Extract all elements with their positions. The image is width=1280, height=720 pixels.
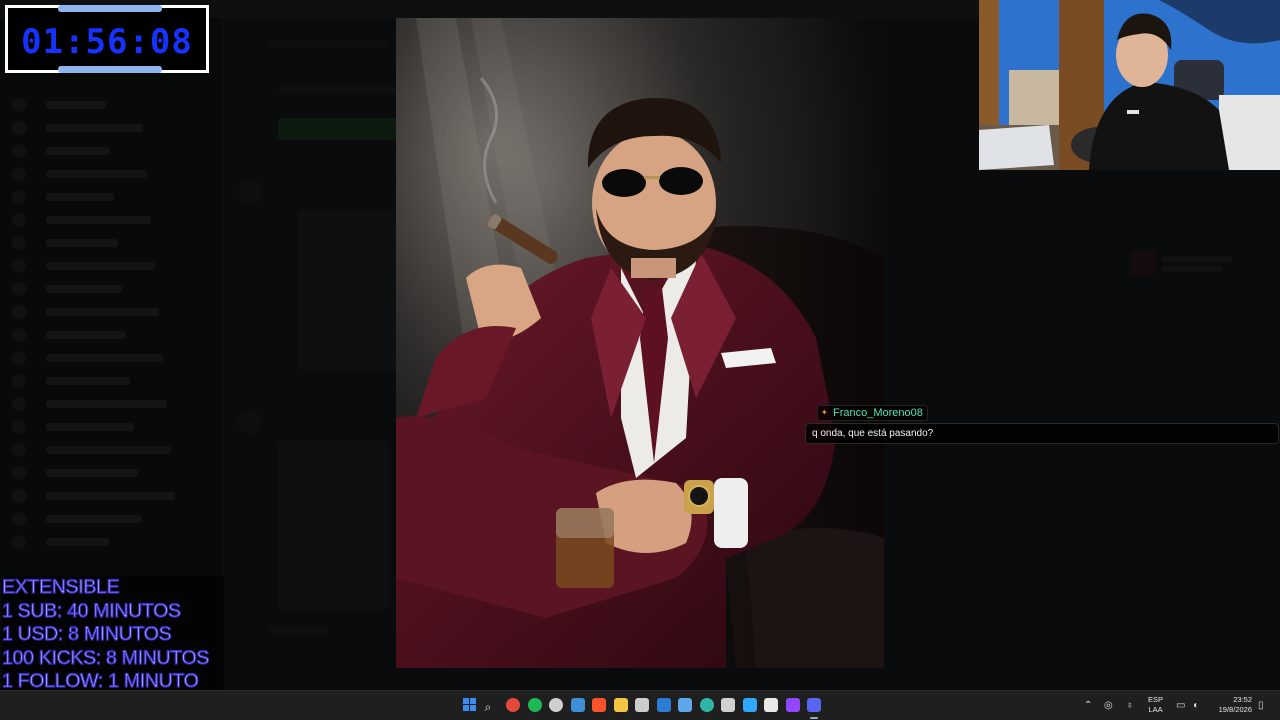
extensible-rule-kicks: 100 KICKS: 8 MINUTOS: [1, 646, 210, 669]
word-icon[interactable]: [656, 698, 671, 712]
bg-sidebar-row: [46, 492, 175, 500]
app-tray-icon[interactable]: ◎: [1104, 700, 1113, 712]
bg-sidebar-avatar: [12, 236, 26, 250]
language-indicator[interactable]: ESP LAA: [1148, 695, 1163, 715]
chat-message: ✦ Franco_Moreno08 q onda, que está pasan…: [805, 402, 1279, 444]
bg-card: [298, 210, 398, 370]
bg-sidebar-avatar: [12, 305, 26, 319]
bg-text-line: [268, 40, 388, 48]
app2-icon[interactable]: [678, 698, 692, 712]
chat-username: Franco_Moreno08: [833, 407, 923, 419]
spotify-icon[interactable]: [527, 698, 542, 712]
bg-sidebar-row: [46, 377, 130, 385]
extensible-title: EXTENSIBLE: [1, 575, 120, 598]
bg-sidebar-avatar: [12, 535, 26, 549]
timer-bar-top: [58, 5, 162, 12]
bg-sidebar-row: [46, 124, 143, 132]
stream-timer: 01:56:08: [5, 5, 209, 73]
bg-avatar: [238, 410, 262, 434]
active-app-indicator: [810, 717, 818, 719]
keyboard-layout: LAA: [1148, 705, 1163, 714]
bg-sidebar-row: [46, 400, 167, 408]
bg-sidebar-avatar: [12, 374, 26, 388]
bg-sidebar-avatar: [12, 98, 26, 112]
bg-sidebar-avatar: [12, 512, 26, 526]
obs-icon[interactable]: [549, 698, 563, 712]
bg-sidebar-row: [46, 216, 151, 224]
bg-sidebar-row: [46, 147, 110, 155]
bg-sidebar-avatar: [12, 420, 26, 434]
start-icon[interactable]: [463, 698, 477, 712]
webcam-feed: [979, 0, 1280, 170]
bg-sidebar-avatar: [12, 466, 26, 480]
app-icon[interactable]: [635, 698, 649, 712]
bg-sidebar-row: [46, 469, 138, 477]
bg-sidebar-row: [46, 331, 126, 339]
bg-image-card: [278, 440, 388, 610]
bg-sidebar-avatar: [12, 167, 26, 181]
network-icon[interactable]: ▭: [1176, 700, 1185, 712]
bg-sidebar-row: [46, 170, 147, 178]
notification-icon[interactable]: ▯: [1258, 700, 1264, 712]
bg-sidebar-row: [46, 423, 134, 431]
calculator-icon[interactable]: [721, 698, 735, 712]
extensible-rule-usd: 1 USD: 8 MINUTOS: [1, 622, 172, 645]
bg-sidebar-avatar: [12, 259, 26, 273]
bg-sidebar-row: [46, 515, 142, 523]
bg-sidebar-avatar: [12, 443, 26, 457]
taskbar: ⌃ ◎ ♁ ESP LAA ▭ ◖ 23:52 19/8/2026 ▯ ⌕: [0, 690, 1280, 720]
clock-date: 19/8/2026: [1218, 705, 1252, 714]
chat-message-text: q onda, que está pasando?: [805, 423, 1279, 444]
bg-sidebar-row: [46, 285, 122, 293]
bg-sidebar-row: [46, 101, 106, 109]
extensible-overlay: EXTENSIBLE 1 SUB: 40 MINUTOS 1 USD: 8 MI…: [1, 575, 224, 694]
clock-time: 23:52: [1233, 695, 1252, 704]
timer-bar-bottom: [58, 66, 162, 73]
bg-sidebar-row: [46, 193, 114, 201]
bg-sidebar-avatar: [12, 328, 26, 342]
brave-icon[interactable]: [592, 698, 606, 712]
badge-icon: ✦: [821, 408, 828, 417]
bg-sidebar-row: [46, 354, 163, 362]
bg-avatar: [238, 180, 262, 204]
bg-text-line: [268, 626, 328, 634]
bg-sidebar-avatar: [12, 121, 26, 135]
steam-icon[interactable]: [570, 698, 585, 712]
volume-icon[interactable]: ◖: [1192, 700, 1198, 712]
background-right-panel: [1120, 200, 1240, 300]
timer-display: 01:56:08: [21, 22, 193, 62]
chevron-up-icon[interactable]: ⌃: [1084, 700, 1092, 712]
bg-sidebar-row: [46, 239, 118, 247]
bg-sidebar-row: [46, 308, 159, 316]
extensible-rule-sub: 1 SUB: 40 MINUTOS: [1, 599, 181, 622]
search-icon[interactable]: ⌕: [485, 698, 499, 714]
twitch-icon[interactable]: [785, 698, 800, 712]
microphone-icon[interactable]: ♁: [1126, 700, 1134, 712]
edge-icon[interactable]: [699, 698, 714, 712]
system-clock[interactable]: 23:52 19/8/2026: [1212, 695, 1252, 715]
bg-sidebar-avatar: [12, 397, 26, 411]
file-explorer-icon[interactable]: [613, 698, 628, 712]
bg-sidebar-row: [46, 446, 171, 454]
bg-sidebar-avatar: [12, 213, 26, 227]
bg-sidebar-avatar: [12, 144, 26, 158]
chat-username-tag: ✦ Franco_Moreno08: [817, 405, 928, 421]
bg-sidebar-avatar: [12, 489, 26, 503]
language-code: ESP: [1148, 695, 1164, 704]
discord-icon[interactable]: [807, 698, 821, 712]
portrait-image: [396, 18, 884, 668]
bg-sidebar-row: [46, 262, 155, 270]
bg-sidebar-avatar: [12, 351, 26, 365]
chrome-icon[interactable]: [506, 698, 520, 712]
bg-sidebar-avatar: [12, 282, 26, 296]
photoshop-icon[interactable]: [742, 698, 757, 712]
capcut-icon[interactable]: [764, 698, 778, 712]
bg-sidebar-avatar: [12, 190, 26, 204]
bg-sidebar-row: [46, 538, 109, 546]
